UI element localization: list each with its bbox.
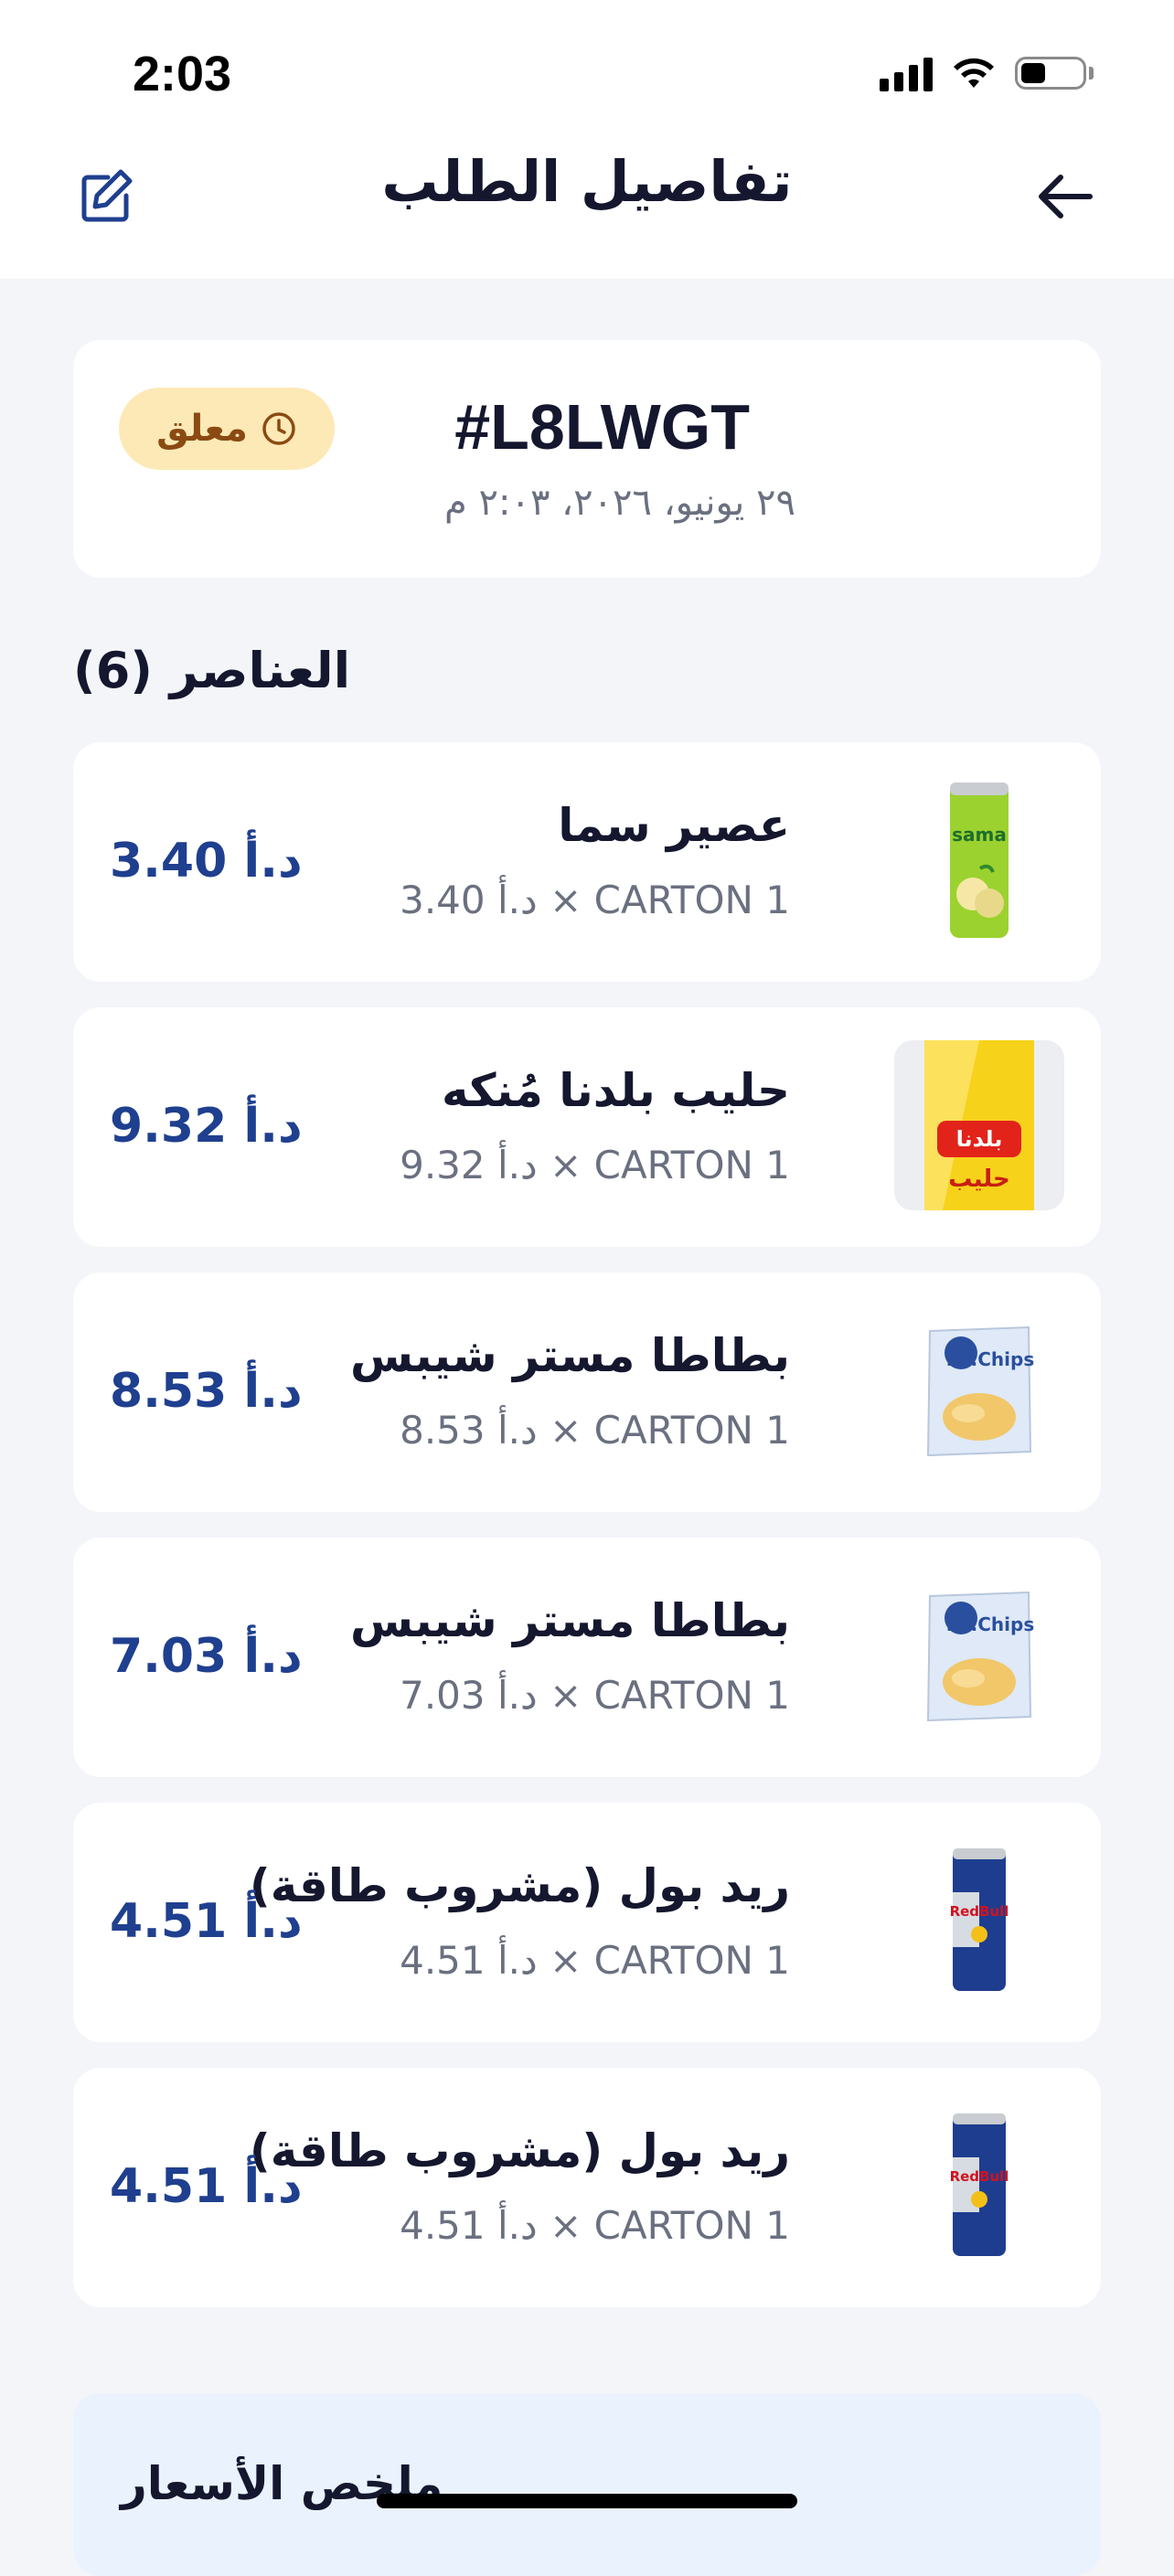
status-time: 2:03: [133, 47, 232, 101]
order-id: #L8LWGT: [454, 391, 750, 463]
svg-text:Mr.Chips: Mr.Chips: [946, 1613, 1034, 1635]
items-section-title: العناصر (6): [73, 642, 351, 699]
list-item[interactable]: Mr.Chips بطاطا مستر شيبس 7.03 د.أ × CART…: [73, 1538, 1101, 1777]
item-name: حليب بلدنا مُنكه: [442, 1064, 790, 1117]
top-bar: 2:03 تفاصيل الطلب: [0, 0, 1174, 279]
home-indicator[interactable]: [377, 2494, 797, 2508]
svg-text:RedBull: RedBull: [950, 1903, 1009, 1920]
svg-text:حليب: حليب: [948, 1166, 1010, 1193]
product-image: Mr.Chips: [894, 1305, 1064, 1475]
product-image: RedBull: [894, 2101, 1064, 2271]
item-name: ريد بول (مشروب طاقة): [249, 2124, 790, 2177]
item-quantity: 3.40 د.أ × CARTON 1: [400, 878, 790, 922]
list-item[interactable]: Mr.Chips بطاطا مستر شيبس 8.53 د.أ × CART…: [73, 1272, 1101, 1512]
product-image: بلدنا حليب: [894, 1040, 1064, 1210]
item-name: عصير سما: [558, 799, 790, 852]
item-quantity: 4.51 د.أ × CARTON 1: [400, 2203, 790, 2248]
item-quantity: 4.51 د.أ × CARTON 1: [400, 1938, 790, 1983]
status-badge: معلق: [119, 388, 335, 470]
page-title: تفاصيل الطلب: [381, 148, 793, 215]
back-arrow-icon[interactable]: [1033, 165, 1097, 229]
item-price: 7.03 د.أ: [110, 1629, 303, 1684]
status-icons: [880, 55, 1094, 91]
svg-text:Mr.Chips: Mr.Chips: [946, 1348, 1034, 1370]
list-item[interactable]: بلدنا حليب حليب بلدنا مُنكه 9.32 د.أ × C…: [73, 1007, 1101, 1247]
order-date: ٢٩ يونيو، ٢٠٢٦، ٢:٠٣ م: [444, 482, 795, 524]
product-image: Mr.Chips: [894, 1570, 1064, 1740]
item-price: 4.51 د.أ: [110, 2159, 303, 2214]
list-item[interactable]: RedBull ريد بول (مشروب طاقة) 4.51 د.أ × …: [73, 2068, 1101, 2307]
status-label: معلق: [156, 408, 248, 450]
svg-text:بلدنا: بلدنا: [956, 1126, 1003, 1152]
price-summary-card: ملخص الأسعار: [73, 2393, 1101, 2576]
item-quantity: 9.32 د.أ × CARTON 1: [400, 1143, 790, 1187]
svg-text:RedBull: RedBull: [950, 2168, 1009, 2185]
item-quantity: 7.03 د.أ × CARTON 1: [400, 1673, 790, 1718]
item-price: 3.40 د.أ: [110, 834, 303, 889]
item-name: بطاطا مستر شيبس: [350, 1329, 790, 1382]
list-item[interactable]: sama عصير سما 3.40 د.أ × CARTON 1 3.40 د…: [73, 742, 1101, 982]
wifi-icon: [954, 58, 994, 88]
item-price: 8.53 د.أ: [110, 1364, 303, 1419]
cellular-signal-icon: [880, 55, 933, 91]
battery-icon: [1015, 57, 1094, 90]
item-price: 4.51 د.أ: [110, 1894, 303, 1949]
product-image: RedBull: [894, 1836, 1064, 2006]
item-price: 9.32 د.أ: [110, 1099, 303, 1154]
item-quantity: 8.53 د.أ × CARTON 1: [400, 1408, 790, 1453]
list-item[interactable]: RedBull ريد بول (مشروب طاقة) 4.51 د.أ × …: [73, 1803, 1101, 2042]
order-header-card: معلق #L8LWGT ٢٩ يونيو، ٢٠٢٦، ٢:٠٣ م: [73, 340, 1101, 578]
clock-icon: [262, 412, 295, 445]
item-name: بطاطا مستر شيبس: [350, 1594, 790, 1647]
svg-text:sama: sama: [952, 824, 1007, 846]
item-name: ريد بول (مشروب طاقة): [249, 1859, 790, 1912]
product-image: sama: [894, 775, 1064, 945]
